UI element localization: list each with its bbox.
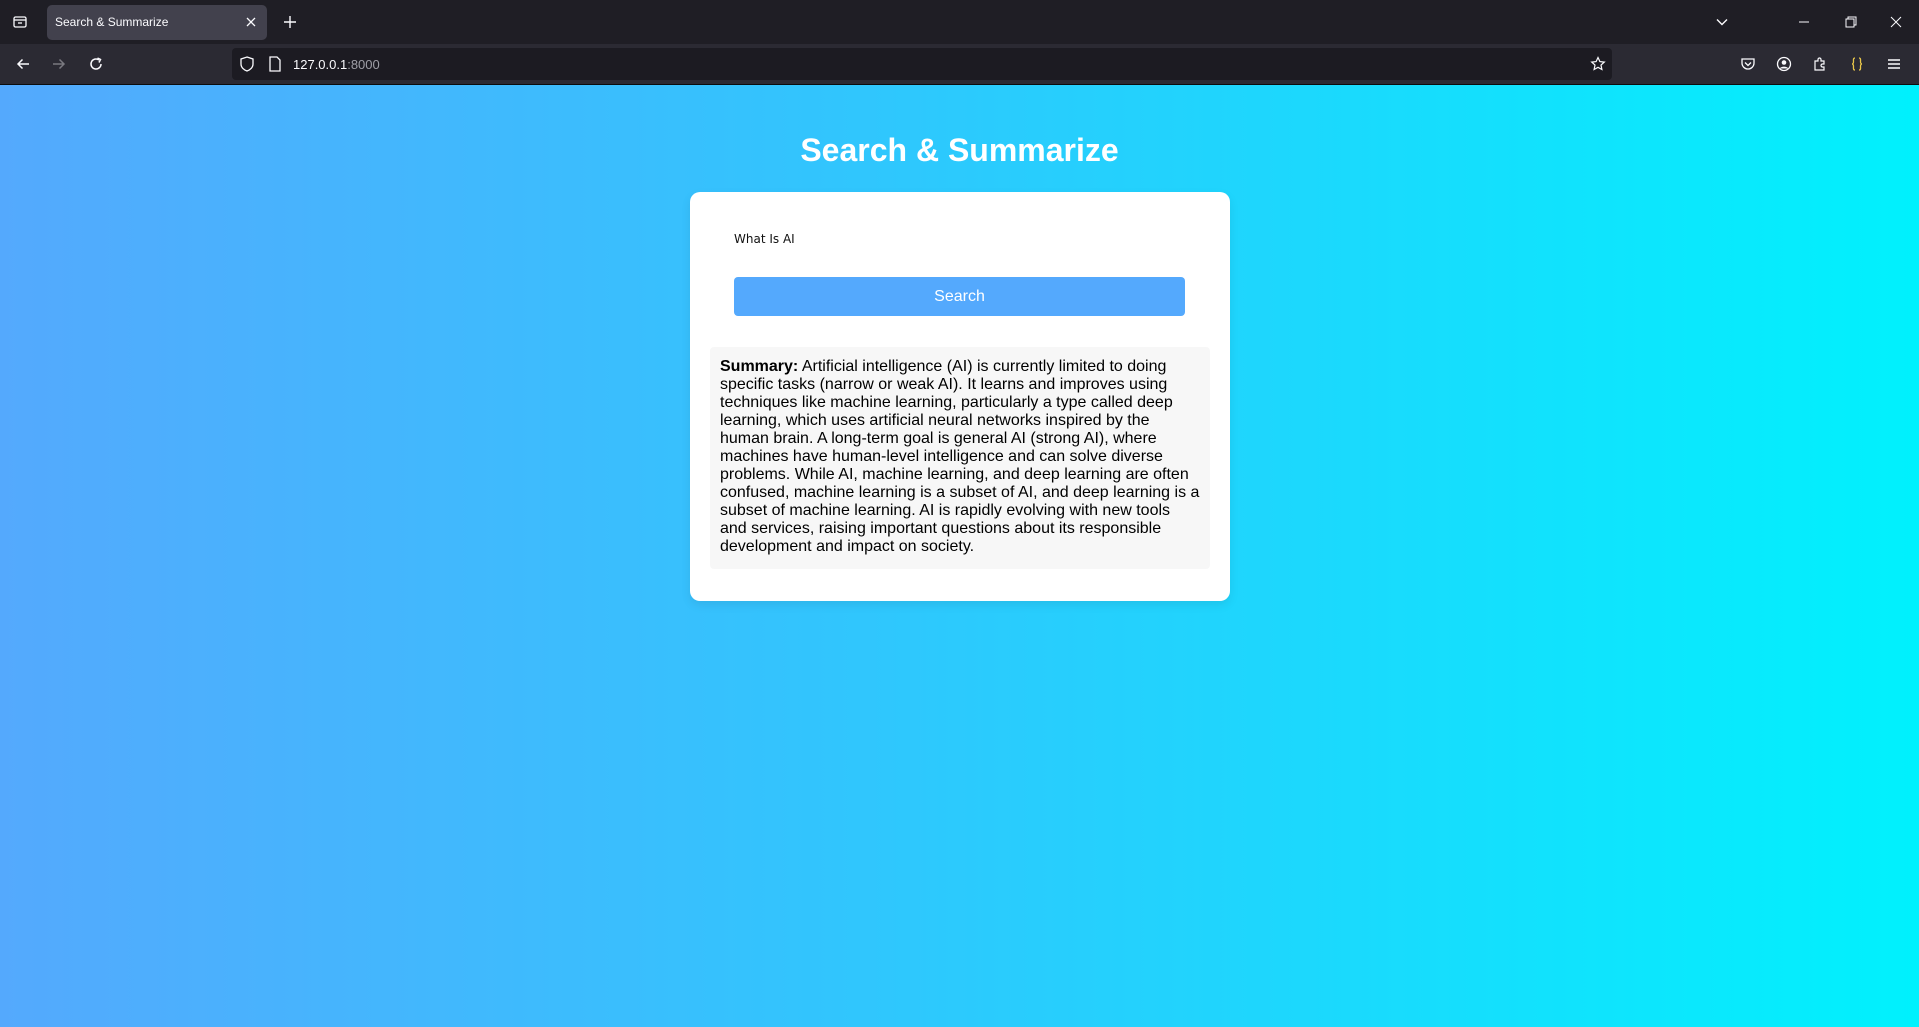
arrow-right-icon[interactable] <box>47 52 71 76</box>
puzzle-icon[interactable] <box>1808 52 1832 76</box>
tab-strip: Search & Summarize <box>0 0 1919 44</box>
close-window-icon[interactable] <box>1884 10 1908 34</box>
braces-icon[interactable] <box>1845 52 1869 76</box>
star-icon[interactable] <box>1590 56 1606 72</box>
shield-icon[interactable] <box>239 56 255 72</box>
arrow-left-icon[interactable] <box>11 52 35 76</box>
page-icon[interactable] <box>267 56 283 72</box>
hamburger-icon[interactable] <box>1882 52 1906 76</box>
chevron-down-icon[interactable] <box>1710 10 1734 34</box>
url-bar[interactable]: 127.0.0.1:8000 <box>232 48 1612 80</box>
summary-text: Artificial intelligence (AI) is currentl… <box>720 358 1200 555</box>
search-button[interactable]: Search <box>734 277 1185 316</box>
active-tab[interactable]: Search & Summarize <box>47 5 267 40</box>
reload-icon[interactable] <box>84 52 108 76</box>
url-port: :8000 <box>347 57 380 72</box>
plus-icon[interactable] <box>278 10 302 34</box>
summary-label: Summary: <box>720 358 799 375</box>
summary-box: Summary: Artificial intelligence (AI) is… <box>710 347 1210 569</box>
minimize-icon[interactable] <box>1792 10 1816 34</box>
restore-icon[interactable] <box>1839 10 1863 34</box>
search-card: Search Summary: Artificial intelligence … <box>690 192 1230 601</box>
tab-title: Search & Summarize <box>55 15 169 29</box>
close-icon[interactable] <box>243 14 259 30</box>
pocket-icon[interactable] <box>1736 52 1760 76</box>
navigation-bar: 127.0.0.1:8000 <box>0 44 1919 85</box>
search-input[interactable] <box>734 225 1184 253</box>
page-viewport: Search & Summarize Search Summary: Artif… <box>0 85 1919 1027</box>
account-icon[interactable] <box>1772 52 1796 76</box>
url-text: 127.0.0.1:8000 <box>293 57 380 72</box>
url-host: 127.0.0.1 <box>293 57 348 72</box>
page-title: Search & Summarize <box>800 132 1119 168</box>
tab-list-icon[interactable] <box>8 10 32 34</box>
